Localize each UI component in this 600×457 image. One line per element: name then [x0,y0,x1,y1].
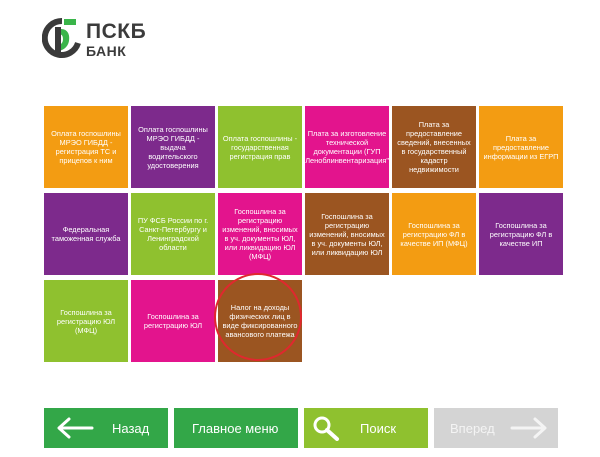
tile-income-tax-advance[interactable]: Налог на доходы физических лиц в виде фи… [218,280,302,362]
tile-label: Федеральная таможенная служба [51,225,121,243]
tile-legal-entity-registration-mfc[interactable]: Госпошлина за регистрацию ЮЛ (МФЦ) [44,280,128,362]
tile-label: Госпошлина за регистрацию изменений, вно… [222,207,298,261]
tile-label: Оплата госпошлины МРЭО ГИБДД - выдача во… [138,124,208,170]
tile-label: Госпошлина за регистрацию изменений, вно… [309,211,385,257]
tile-rights-registration[interactable]: Оплата госпошлины - государственная реги… [218,106,302,188]
main-menu-button[interactable]: Главное меню [174,408,298,448]
arrow-left-icon [57,417,94,439]
tile-legal-entity-changes-mfc[interactable]: Госпошлина за регистрацию изменений, вно… [218,193,302,275]
tile-ip-registration[interactable]: Госпошлина за регистрацию ФЛ в качестве … [479,193,563,275]
back-button-label: Назад [112,420,150,436]
tile-fsb-border[interactable]: ПУ ФСБ России по г. Санкт-Петербургу и Л… [131,193,215,275]
tile-customs-service[interactable]: Федеральная таможенная служба [44,193,128,275]
tile-egrp-info[interactable]: Плата за предоставление информации из ЕГ… [479,106,563,188]
bank-logo: ПСКБ БАНК [42,17,192,65]
tile-label: Госпошлина за регистрацию ЮЛ [143,312,203,330]
tile-label: Плата за предоставление сведений, внесен… [397,120,471,174]
brand-subtitle: БАНК [86,43,127,59]
brand-name: ПСКБ [86,20,147,43]
search-icon [313,416,339,441]
tile-gibdd-driver-license[interactable]: Оплата госпошлины МРЭО ГИБДД - выдача во… [131,106,215,188]
arrow-right-icon [510,417,547,439]
pskb-logo-icon [42,17,81,58]
tile-legal-entity-registration[interactable]: Госпошлина за регистрацию ЮЛ [131,280,215,362]
tile-label: Госпошлина за регистрацию ФЛ в качестве … [400,220,468,248]
tile-label: Плата за предоставление информации из ЕГ… [483,133,559,161]
search-button[interactable]: Поиск [304,408,428,448]
tile-label: Оплата госпошлины МРЭО ГИБДД - регистрац… [51,129,121,165]
tile-gibdd-vehicle-registration[interactable]: Оплата госпошлины МРЭО ГИБДД - регистрац… [44,106,128,188]
tile-label: Оплата госпошлины - государственная реги… [222,133,298,161]
forward-button-label: Вперед [450,420,495,436]
tile-technical-documentation[interactable]: Плата за изготовление технической докуме… [302,106,392,188]
tile-label: Госпошлина за регистрацию ЮЛ (МФЦ) [56,307,116,335]
main-menu-button-label: Главное меню [192,420,279,436]
back-button[interactable]: Назад [44,408,168,448]
tile-label: Налог на доходы физических лиц в виде фи… [222,303,298,339]
tile-label: Плата за изготовление технической докуме… [302,129,392,165]
forward-button[interactable]: Вперед [434,408,558,448]
search-button-label: Поиск [360,420,397,436]
tile-ip-registration-mfc[interactable]: Госпошлина за регистрацию ФЛ в качестве … [392,193,476,275]
tile-legal-entity-changes[interactable]: Госпошлина за регистрацию изменений, вно… [305,193,389,275]
tile-label: Госпошлина за регистрацию ФЛ в качестве … [489,220,553,248]
tile-label: ПУ ФСБ России по г. Санкт-Петербургу и Л… [137,216,209,252]
tile-cadastre-info[interactable]: Плата за предоставление сведений, внесен… [392,106,476,188]
